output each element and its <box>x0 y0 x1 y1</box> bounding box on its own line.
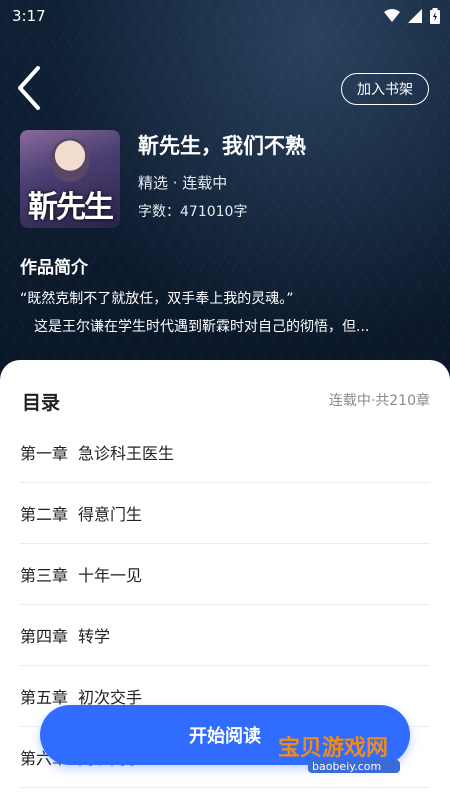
status-time: 3:17 <box>12 7 46 25</box>
toc-heading: 目录 <box>22 392 61 414</box>
intro-text[interactable]: 这是王尔谦在学生时代遇到靳霖时对自己的彻悟，但... <box>20 316 428 336</box>
chapter-item[interactable]: 第三章 十年一见 <box>20 544 430 605</box>
cover-title: 靳先生 <box>28 190 114 225</box>
book-category-status: 精选 · 连载中 <box>138 174 228 192</box>
chapter-item[interactable]: 第四章 转学 <box>20 605 430 666</box>
book-word-count: 字数：471010字 <box>138 204 248 220</box>
battery-icon <box>430 8 440 24</box>
watermark-logo: 宝贝游戏网 baobeiy.com <box>278 730 400 773</box>
wifi-icon <box>384 9 400 22</box>
book-cover[interactable]: 靳先生 <box>20 130 120 228</box>
signal-icon <box>408 9 422 23</box>
watermark-brand: 宝贝游戏网 <box>278 736 389 761</box>
intro-heading: 作品简介 <box>20 258 88 278</box>
add-to-shelf-button[interactable]: 加入书架 <box>341 73 429 105</box>
toc-summary[interactable]: 连载中·共210章 <box>329 390 430 410</box>
book-title: 靳先生，我们不熟 <box>138 134 306 158</box>
status-bar: 3:17 <box>0 0 450 32</box>
chapter-item[interactable]: 第二章 得意门生 <box>20 483 430 544</box>
status-icons <box>384 8 440 24</box>
chapter-item[interactable]: 第一章 急诊科王医生 <box>20 422 430 483</box>
watermark-url: baobeiy.com <box>308 760 400 773</box>
cover-figure <box>50 138 90 182</box>
intro-quote: “既然克制不了就放任，双手奉上我的灵魂。” <box>20 291 294 307</box>
back-arrow-icon[interactable] <box>14 64 46 112</box>
